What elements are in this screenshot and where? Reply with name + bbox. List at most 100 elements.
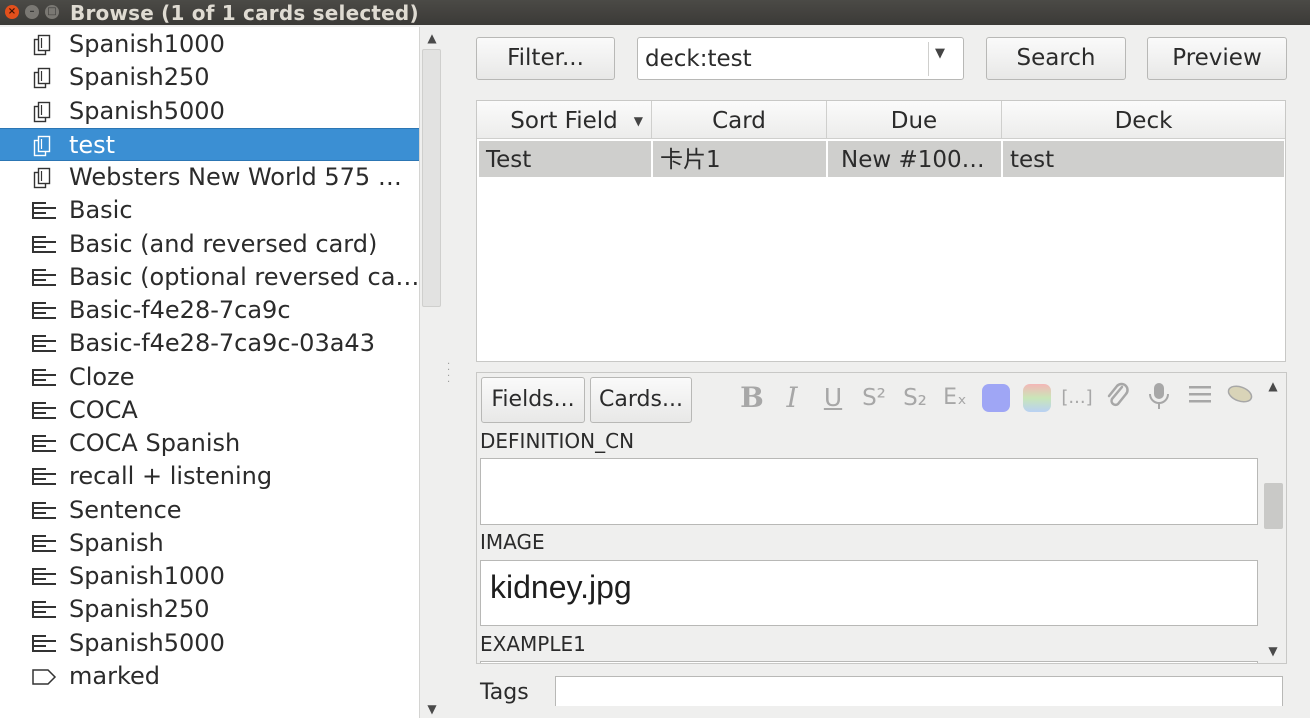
italic-icon[interactable]: I [775, 381, 809, 415]
more-options-icon[interactable] [1183, 381, 1217, 415]
microphone-icon[interactable] [1142, 381, 1176, 415]
sidebar-item-label: Basic (and reversed card) [69, 229, 378, 258]
sidebar-item[interactable]: test [0, 127, 419, 161]
sidebar-item-label: Spanish250 [69, 595, 210, 624]
preview-button[interactable]: Preview [1147, 37, 1287, 80]
scroll-down-arrow-icon[interactable]: ▼ [425, 703, 439, 715]
sidebar-item-label: Sentence [69, 495, 182, 524]
sidebar-item-label: Spanish250 [69, 63, 210, 92]
search-input[interactable] [639, 39, 927, 78]
column-header-card[interactable]: Card [652, 101, 827, 139]
note-type-icon [31, 565, 56, 589]
sidebar-item[interactable]: Websters New World 575 … [0, 161, 419, 194]
cell-deck: test [1003, 141, 1284, 177]
sidebar-item-label: Basic (optional reversed ca… [69, 262, 419, 291]
subscript-icon[interactable]: S₂ [898, 381, 932, 415]
cell-due: New #100… [828, 141, 1002, 177]
close-window-button[interactable]: × [5, 5, 19, 19]
sidebar-item[interactable]: Basic (and reversed card) [0, 228, 419, 261]
editor-scrollbar[interactable]: ▲ ▼ [1261, 373, 1286, 663]
dropdown-arrow-icon[interactable]: ▼ [935, 46, 945, 61]
sidebar-item-label: COCA [69, 395, 138, 424]
sidebar-item[interactable]: marked [0, 660, 419, 693]
note-type-icon [31, 632, 56, 656]
highlight-color-icon[interactable] [1020, 384, 1054, 418]
sidebar-item[interactable]: Cloze [0, 361, 419, 394]
title-bar: × – □ Browse (1 of 1 cards selected) [0, 0, 1310, 25]
sidebar-item[interactable]: Spanish5000 [0, 95, 419, 128]
addon-icon[interactable] [1223, 381, 1257, 415]
sidebar-item[interactable]: Sentence [0, 494, 419, 527]
note-editor: Fields... Cards... B I U S² S₂ Eₓ [...] … [476, 372, 1287, 664]
sidebar-item[interactable]: Spanish1000 [0, 28, 419, 61]
cell-sort-field: Test [479, 141, 652, 177]
deck-icon [31, 33, 55, 57]
deck-icon [31, 134, 55, 158]
underline-icon[interactable]: U [816, 381, 850, 415]
deck-icon [31, 66, 55, 90]
splitter-handle[interactable]: · · · · [447, 360, 453, 388]
field-input-definition-cn[interactable] [480, 458, 1258, 525]
note-type-icon [31, 233, 56, 257]
note-type-icon [31, 332, 56, 356]
sidebar-item-label: Spanish1000 [69, 562, 225, 590]
tags-input[interactable] [555, 676, 1283, 706]
note-type-icon [31, 266, 56, 290]
field-label-image: IMAGE [480, 530, 545, 554]
cards-button[interactable]: Cards... [590, 377, 692, 423]
fields-button[interactable]: Fields... [481, 377, 585, 423]
filter-button[interactable]: Filter... [476, 37, 615, 80]
sidebar-item[interactable]: COCA [0, 394, 419, 427]
sidebar-item-label: Spanish5000 [69, 628, 225, 657]
sidebar-item-label: test [69, 130, 116, 159]
attachment-icon[interactable] [1101, 381, 1135, 415]
sidebar-item[interactable]: recall + listening [0, 460, 419, 493]
sidebar-item[interactable]: COCA Spanish [0, 427, 419, 460]
sidebar-item[interactable]: Spanish250 [0, 61, 419, 94]
sidebar-scroll-thumb[interactable] [422, 49, 441, 307]
text-color-icon[interactable] [979, 384, 1013, 418]
deck-icon [31, 100, 55, 124]
column-header-due[interactable]: Due [827, 101, 1002, 139]
column-header-deck[interactable]: Deck [1002, 101, 1285, 139]
sidebar-item[interactable]: Spanish250 [0, 593, 419, 626]
sidebar-item[interactable]: Basic-f4e28-7ca9c-03a43 [0, 327, 419, 360]
search-combo[interactable]: ▼ [637, 37, 964, 80]
field-label-definition-cn: DEFINITION_CN [480, 429, 635, 453]
sidebar-item-label: Spanish5000 [69, 96, 225, 125]
deck-icon [31, 166, 55, 190]
field-input-example1[interactable] [480, 661, 1258, 663]
note-type-icon [31, 366, 56, 390]
sort-descending-icon: ▼ [633, 114, 643, 128]
cell-card: 卡片1 [653, 141, 827, 177]
sidebar-item[interactable]: Spanish1000 [0, 560, 419, 593]
scroll-up-arrow-icon[interactable]: ▲ [1266, 380, 1280, 392]
maximize-window-button[interactable]: □ [45, 5, 59, 19]
sidebar-scrollbar[interactable]: ▲ ▼ [419, 27, 443, 718]
editor-scroll-thumb[interactable] [1264, 483, 1283, 529]
sidebar-item-label: marked [69, 661, 160, 690]
sidebar-item[interactable]: Basic [0, 194, 419, 227]
cloze-icon[interactable]: [...] [1060, 381, 1094, 415]
sidebar-item[interactable]: Basic-f4e28-7ca9c [0, 294, 419, 327]
tags-label: Tags [480, 680, 529, 705]
sidebar-item-label: Basic-f4e28-7ca9c [69, 296, 291, 324]
note-type-icon [31, 465, 56, 489]
column-header-sort-field[interactable]: Sort Field ▼ [477, 101, 652, 139]
field-label-example1: EXAMPLE1 [480, 632, 586, 656]
sidebar-item-label: Cloze [69, 362, 135, 391]
search-button[interactable]: Search [986, 37, 1126, 80]
sidebar-item[interactable]: Basic (optional reversed ca… [0, 261, 419, 294]
bold-icon[interactable]: B [735, 381, 769, 415]
sidebar-tree: Spanish1000 Spanish250 Spanish5000 test Webs… [0, 27, 419, 718]
window-title: Browse (1 of 1 cards selected) [70, 1, 419, 25]
scroll-up-arrow-icon[interactable]: ▲ [425, 32, 439, 44]
sidebar-item[interactable]: Spanish5000 [0, 627, 419, 660]
sidebar-item-label: COCA Spanish [69, 429, 241, 457]
superscript-icon[interactable]: S² [857, 381, 891, 415]
minimize-window-button[interactable]: – [25, 5, 39, 19]
scroll-down-arrow-icon[interactable]: ▼ [1266, 645, 1280, 657]
field-input-image[interactable]: kidney.jpg [480, 560, 1258, 626]
clear-formatting-icon[interactable]: Eₓ [938, 381, 972, 415]
sidebar-item[interactable]: Spanish [0, 527, 419, 560]
